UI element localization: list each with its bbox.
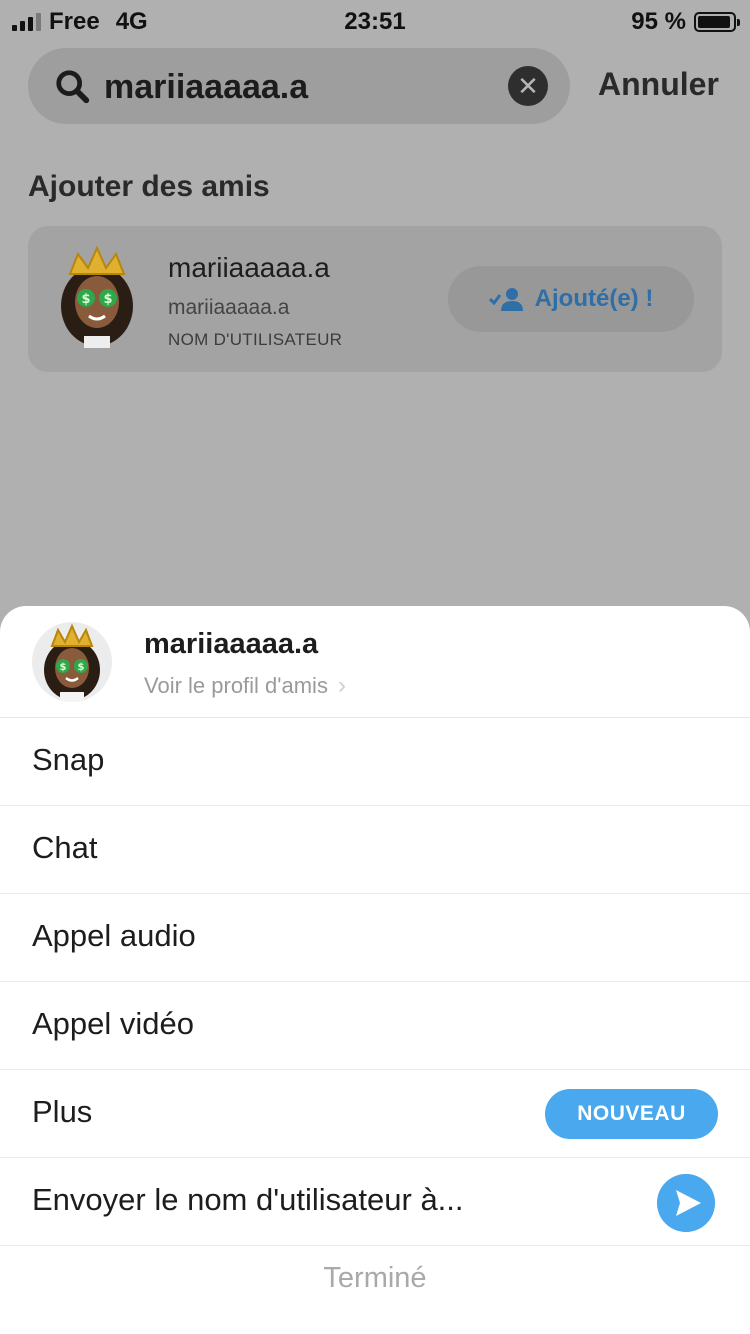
- menu-item-label: Appel vidéo: [32, 1006, 195, 1041]
- status-right: 95 %: [631, 8, 740, 36]
- sheet-header[interactable]: $ $ mariiaaaaa.a Voir le profil d'amis ›: [0, 606, 750, 718]
- menu-item-snap[interactable]: Snap: [0, 718, 750, 806]
- bitmoji-avatar-small: $ $: [44, 623, 100, 702]
- done-button[interactable]: Terminé: [0, 1262, 750, 1318]
- search-query: mariiaaaaa.a: [104, 68, 309, 106]
- added-label: Ajouté(e) !: [534, 285, 654, 312]
- svg-text:$: $: [103, 292, 112, 307]
- bitmoji-avatar: $ $: [61, 245, 133, 348]
- menu-item-label: Snap: [32, 742, 105, 777]
- new-badge: NOUVEAU: [545, 1089, 718, 1139]
- menu-item-label: Chat: [32, 830, 98, 865]
- send-arrow-icon[interactable]: [657, 1174, 715, 1232]
- search-input[interactable]: mariiaaaaa.a ✕: [28, 48, 570, 124]
- menu-item-audio-call[interactable]: Appel audio: [0, 894, 750, 982]
- action-sheet: $ $ mariiaaaaa.a Voir le profil d'amis ›…: [0, 606, 750, 1334]
- friend-result-card[interactable]: $ $ mariiaaaaa.a mariiaaaaa.a NOM D'UTIL…: [28, 226, 722, 372]
- menu-item-label: Envoyer le nom d'utilisateur à...: [32, 1182, 464, 1217]
- menu-item-label: Appel audio: [32, 918, 196, 953]
- friend-username: mariiaaaaa.a: [168, 296, 290, 319]
- svg-text:$: $: [60, 662, 67, 673]
- chevron-right-icon: ›: [337, 672, 346, 699]
- friend-subtitle: NOM D'UTILISATEUR: [168, 330, 343, 349]
- added-button[interactable]: Ajouté(e) !: [448, 266, 694, 332]
- menu-item-chat[interactable]: Chat: [0, 806, 750, 894]
- battery-percent: 95 %: [631, 8, 686, 35]
- friend-display-name: mariiaaaaa.a: [168, 252, 330, 283]
- section-title: Ajouter des amis: [28, 170, 270, 203]
- view-profile-label: Voir le profil d'amis: [144, 673, 328, 698]
- menu-item-more[interactable]: Plus NOUVEAU: [0, 1070, 750, 1158]
- svg-text:$: $: [81, 292, 90, 307]
- search-row: mariiaaaaa.a ✕ Annuler: [28, 48, 728, 124]
- menu-item-label: Plus: [32, 1094, 93, 1129]
- clear-search-icon[interactable]: ✕: [508, 66, 548, 106]
- cancel-button[interactable]: Annuler: [598, 66, 719, 103]
- menu-item-send-username[interactable]: Envoyer le nom d'utilisateur à...: [0, 1158, 750, 1246]
- svg-text:$: $: [78, 662, 85, 673]
- search-icon: [56, 70, 90, 104]
- added-friend-icon: [488, 288, 523, 311]
- view-profile-link[interactable]: Voir le profil d'amis ›: [144, 672, 346, 700]
- status-bar: Free 4G 23:51 95 %: [0, 0, 750, 40]
- sheet-name: mariiaaaaa.a: [144, 628, 319, 660]
- battery-icon: [694, 12, 740, 32]
- menu-item-video-call[interactable]: Appel vidéo: [0, 982, 750, 1070]
- sheet-avatar[interactable]: $ $: [32, 622, 112, 702]
